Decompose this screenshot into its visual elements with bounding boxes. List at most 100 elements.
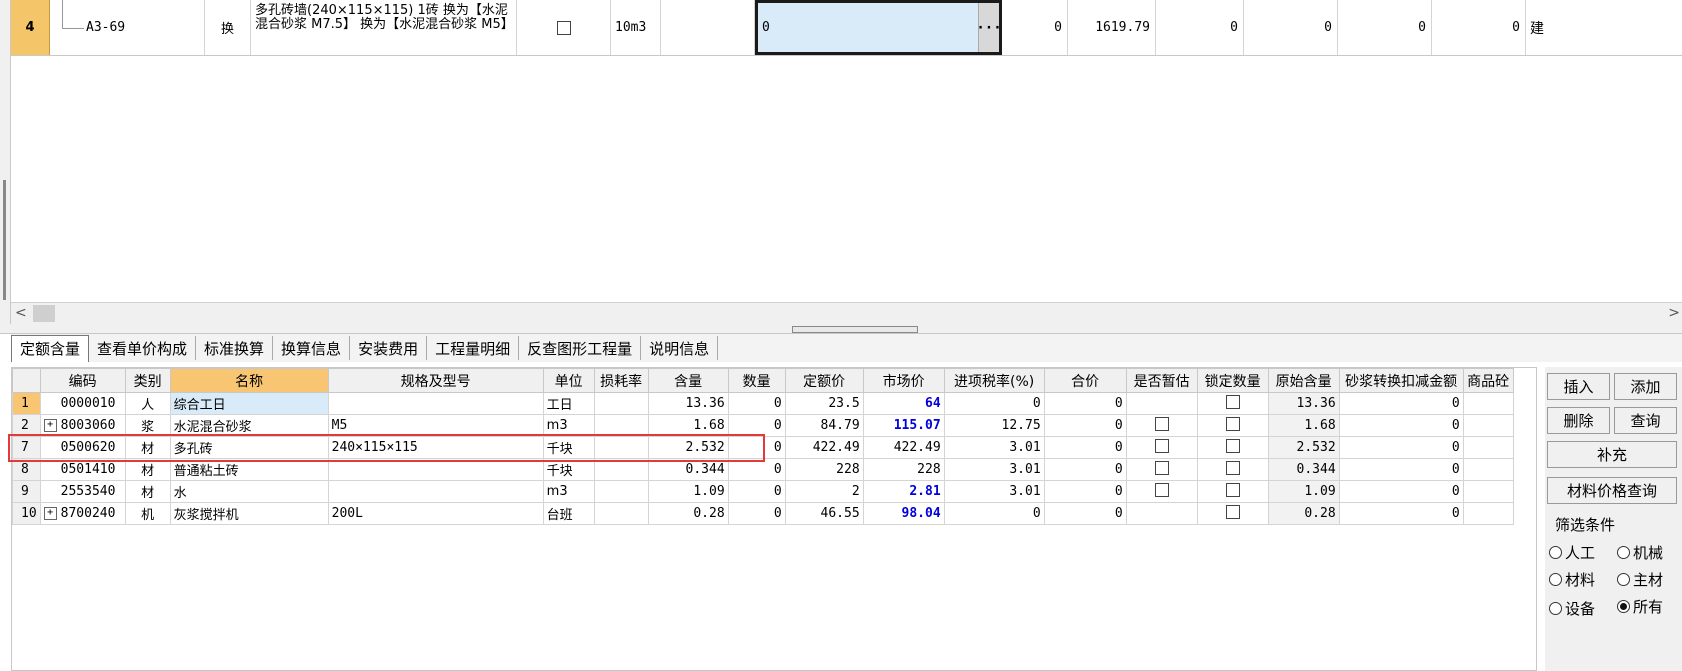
supplement-button[interactable]: 补充	[1547, 441, 1677, 468]
tab-conversion-info[interactable]: 换算信息	[273, 336, 351, 360]
filter-radio-labor[interactable]: 人工	[1549, 542, 1595, 563]
cell-code[interactable]: 0000010	[39, 392, 126, 415]
cell-content[interactable]: 0.344	[647, 458, 729, 481]
item-unit[interactable]: 10m3	[611, 0, 661, 55]
item-name[interactable]: 多孔砖墙(240×115×115) 1砖 换为【水泥混合砂浆 M7.5】 换为【…	[251, 0, 517, 55]
cell-mortar-deduct[interactable]: 0	[1338, 502, 1464, 525]
cell-category[interactable]: 材	[124, 436, 171, 459]
row-number[interactable]: 9	[12, 480, 41, 503]
cell-category[interactable]: 材	[124, 480, 171, 503]
filter-radio-equipment[interactable]: 设备	[1549, 598, 1595, 619]
item-value-1[interactable]: 0	[1002, 0, 1068, 55]
cell-mortar-deduct[interactable]: 0	[1338, 414, 1464, 437]
cell-market-price[interactable]: 2.81	[862, 480, 945, 503]
col-header-category[interactable]: 类别	[124, 368, 171, 393]
cell-quota-price[interactable]: 46.55	[784, 502, 864, 525]
table-row[interactable]: 2 +8003060 浆水泥混合砂浆 M5 m3 1.68 0 84.79 115.07 12.7…	[12, 414, 1514, 437]
lock-qty-checkbox[interactable]	[1225, 416, 1240, 431]
cell-commercial-concrete[interactable]	[1462, 392, 1514, 415]
col-header-original-content[interactable]: 原始含量	[1267, 368, 1340, 393]
cell-name[interactable]: 水泥混合砂浆	[169, 414, 329, 437]
col-header-estimated[interactable]: 是否暂估	[1125, 368, 1198, 393]
cell-commercial-concrete[interactable]	[1462, 436, 1514, 459]
cell-unit[interactable]: m3	[542, 414, 595, 437]
cell-original-content[interactable]: 1.09	[1267, 480, 1340, 503]
cell-original-content[interactable]: 13.36	[1267, 392, 1340, 415]
cell-spec[interactable]	[327, 458, 544, 481]
item-value-3[interactable]: 0	[1156, 0, 1244, 55]
cell-unit[interactable]: 台班	[542, 502, 595, 525]
row-number[interactable]: 2	[12, 414, 41, 437]
add-button[interactable]: 添加	[1614, 373, 1677, 400]
radio-circle[interactable]	[1617, 573, 1630, 586]
col-header-spec[interactable]: 规格及型号	[327, 368, 544, 393]
col-header-content[interactable]: 含量	[647, 368, 729, 393]
item-code[interactable]: A3-69	[50, 0, 205, 55]
radio-circle[interactable]	[1617, 600, 1630, 613]
cell-category[interactable]: 人	[124, 392, 171, 415]
cell-lock-qty[interactable]	[1196, 458, 1269, 481]
item-value-5[interactable]: 0	[1338, 0, 1432, 55]
tab-quota-content[interactable]: 定额含量	[11, 334, 90, 362]
cell-code[interactable]: 2553540	[39, 480, 126, 503]
radio-circle[interactable]	[1549, 573, 1562, 586]
col-header-total[interactable]: 合价	[1043, 368, 1127, 393]
cell-loss-rate[interactable]	[593, 502, 649, 525]
cell-content[interactable]: 13.36	[647, 392, 729, 415]
estimated-checkbox[interactable]	[1154, 438, 1169, 453]
filter-radio-machine[interactable]: 机械	[1617, 542, 1663, 563]
cell-original-content[interactable]: 0.344	[1267, 458, 1340, 481]
item-checkbox-cell[interactable]	[517, 0, 611, 55]
row-number[interactable]: 8	[12, 458, 41, 481]
cell-tax-rate[interactable]: 0	[943, 502, 1045, 525]
cell-spec[interactable]: M5	[327, 414, 544, 437]
cell-quota-price[interactable]: 228	[784, 458, 864, 481]
panel-splitter[interactable]	[0, 324, 1682, 334]
cell-quota-price[interactable]: 84.79	[784, 414, 864, 437]
tab-standard-conversion[interactable]: 标准换算	[196, 336, 274, 360]
estimated-checkbox[interactable]	[1154, 416, 1169, 431]
table-row[interactable]: 7 0500620 材多孔砖 240×115×115 千块 2.532 0 422.49 422…	[12, 436, 1514, 459]
cell-lock-qty[interactable]	[1196, 502, 1269, 525]
cell-spec[interactable]	[327, 392, 544, 415]
cell-loss-rate[interactable]	[593, 414, 649, 437]
cell-commercial-concrete[interactable]	[1462, 502, 1514, 525]
lock-qty-checkbox[interactable]	[1225, 394, 1240, 409]
row-number[interactable]: 7	[12, 436, 41, 459]
cell-tax-rate[interactable]: 12.75	[943, 414, 1045, 437]
tab-quantity-detail[interactable]: 工程量明细	[427, 336, 520, 360]
cell-tax-rate[interactable]: 3.01	[943, 436, 1045, 459]
item-empty-cell[interactable]	[661, 0, 755, 55]
scroll-right-icon[interactable]: >	[1668, 305, 1680, 321]
query-button[interactable]: 查询	[1614, 407, 1677, 434]
material-price-query-button[interactable]: 材料价格查询	[1547, 477, 1677, 504]
cell-tax-rate[interactable]: 0	[943, 392, 1045, 415]
tab-graphic-quantity[interactable]: 反查图形工程量	[519, 336, 642, 360]
cell-mortar-deduct[interactable]: 0	[1338, 436, 1464, 459]
tab-unit-price-breakdown[interactable]: 查看单价构成	[89, 336, 197, 360]
col-header-quota-price[interactable]: 定额价	[784, 368, 864, 393]
cell-content[interactable]: 2.532	[647, 436, 729, 459]
col-header-commercial-concrete[interactable]: 商品砼	[1462, 368, 1514, 393]
cell-commercial-concrete[interactable]	[1462, 480, 1514, 503]
cell-loss-rate[interactable]	[593, 392, 649, 415]
col-header-market-price[interactable]: 市场价	[862, 368, 945, 393]
cell-estimated[interactable]	[1125, 436, 1198, 459]
splitter-grip[interactable]	[3, 180, 6, 300]
cell-name[interactable]: 水	[169, 480, 329, 503]
cell-original-content[interactable]: 0.28	[1267, 502, 1340, 525]
cell-tax-rate[interactable]: 3.01	[943, 458, 1045, 481]
cell-commercial-concrete[interactable]	[1462, 414, 1514, 437]
cell-original-content[interactable]: 1.68	[1267, 414, 1340, 437]
horizontal-scrollbar[interactable]: < >	[11, 302, 1682, 324]
cell-market-price[interactable]: 422.49	[862, 436, 945, 459]
upper-grid-row[interactable]: 4 A3-69 换 多孔砖墙(240×115×115) 1砖 换为【水泥混合砂浆…	[11, 0, 1682, 56]
cell-name[interactable]: 普通粘土砖	[169, 458, 329, 481]
col-header-tax-rate[interactable]: 进项税率(%)	[943, 368, 1045, 393]
scroll-left-icon[interactable]: <	[15, 305, 27, 321]
table-row[interactable]: 8 0501410 材普通粘土砖 千块 0.344 0 228 228 3.01 0 0.344 0	[12, 458, 1514, 481]
cell-mortar-deduct[interactable]: 0	[1338, 480, 1464, 503]
cell-lock-qty[interactable]	[1196, 480, 1269, 503]
cell-lock-qty[interactable]	[1196, 414, 1269, 437]
cell-estimated[interactable]	[1125, 414, 1198, 437]
